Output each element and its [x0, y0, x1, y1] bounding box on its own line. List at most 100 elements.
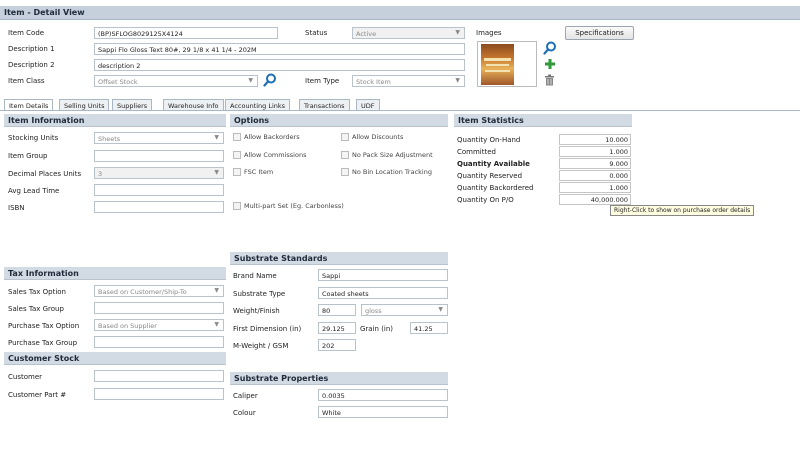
purchase-tax-group-input[interactable]	[94, 336, 224, 348]
first-dimension-label: First Dimension (in)	[233, 325, 302, 333]
images-label: Images	[476, 29, 502, 37]
item-image-frame[interactable]	[477, 41, 537, 87]
stat-label: Quantity Available	[457, 160, 530, 168]
mweight-label: M-Weight / GSM	[233, 342, 289, 350]
tab-accounting-links[interactable]: Accounting Links	[225, 99, 291, 110]
specifications-button[interactable]: Specifications	[565, 26, 634, 40]
chevron-down-icon: ▼	[214, 321, 219, 328]
chevron-down-icon: ▼	[455, 29, 460, 36]
stat-label: Quantity Reserved	[457, 172, 523, 180]
tab-warehouse-info[interactable]: Warehouse Info	[163, 99, 224, 110]
first-dimension-input[interactable]: 29.125	[318, 322, 356, 334]
description2-label: Description 2	[8, 61, 55, 69]
tab-suppliers[interactable]: Suppliers	[112, 99, 153, 110]
no-bin-location-checkbox[interactable]	[341, 168, 349, 176]
fsc-item-label: FSC Item	[244, 168, 274, 176]
stat-value: 1.000	[559, 182, 631, 193]
tab-item-details[interactable]: Item Details	[4, 99, 54, 110]
chevron-down-icon: ▼	[214, 169, 219, 176]
brand-name-input[interactable]: Sappi	[318, 269, 448, 281]
item-group-input[interactable]	[94, 150, 224, 162]
grain-input[interactable]: 41.25	[410, 322, 448, 334]
description2-input[interactable]: description 2	[94, 59, 465, 71]
stocking-units-value: Sheets	[98, 134, 121, 143]
stocking-units-label: Stocking Units	[8, 134, 59, 142]
tab-divider	[0, 110, 800, 111]
colour-label: Colour	[233, 409, 256, 417]
search-icon[interactable]	[263, 73, 277, 87]
allow-discounts-label: Allow Discounts	[352, 133, 404, 141]
decimal-places-select[interactable]: 3 ▼	[94, 167, 224, 179]
mweight-input[interactable]: 202	[318, 339, 356, 351]
tab-udf[interactable]: UDF	[356, 99, 380, 110]
page-title: Item - Detail View	[0, 6, 800, 20]
fsc-item-checkbox[interactable]	[233, 168, 241, 176]
stat-label: Quantity On-Hand	[457, 136, 521, 144]
finish-select[interactable]: gloss ▼	[361, 304, 448, 316]
item-code-input[interactable]: (BP)SFLOG8029125X4124	[94, 27, 278, 39]
tax-information-header: Tax Information	[4, 267, 226, 280]
sales-tax-option-select[interactable]: Based on Customer/Ship-To ▼	[94, 285, 224, 297]
no-pack-size-checkbox[interactable]	[341, 151, 349, 159]
purchase-tax-option-select[interactable]: Based on Supplier ▼	[94, 319, 224, 331]
description1-label: Description 1	[8, 45, 55, 53]
item-group-label: Item Group	[8, 152, 48, 160]
multipart-set-checkbox[interactable]	[233, 202, 241, 210]
substrate-properties-header: Substrate Properties	[230, 372, 448, 385]
customer-label: Customer	[8, 373, 43, 381]
stat-value: 1.000	[559, 146, 631, 157]
item-statistics-header: Item Statistics	[454, 114, 632, 127]
substrate-standards-header: Substrate Standards	[230, 252, 448, 265]
item-type-value: Stock Item	[356, 77, 391, 86]
stocking-units-select[interactable]: Sheets ▼	[94, 132, 224, 144]
plus-icon[interactable]	[544, 58, 556, 70]
options-header: Options	[230, 114, 448, 127]
allow-commissions-label: Allow Commissions	[244, 151, 307, 159]
item-class-value: Offset Stock	[98, 77, 138, 86]
weight-finish-label: Weight/Finish	[233, 307, 280, 315]
sales-tax-option-label: Sales Tax Option	[8, 288, 66, 296]
customer-input[interactable]	[94, 370, 224, 382]
stat-label: Committed	[457, 148, 496, 156]
status-value: Active	[356, 29, 377, 38]
brand-name-label: Brand Name	[233, 272, 277, 280]
item-class-select[interactable]: Offset Stock ▼	[94, 75, 258, 87]
decimal-places-label: Decimal Places Units	[8, 170, 82, 178]
stat-value[interactable]: 40,000.000	[559, 194, 631, 205]
avg-lead-time-label: Avg Lead Time	[8, 187, 60, 195]
chevron-down-icon: ▼	[248, 77, 253, 84]
customer-part-input[interactable]	[94, 388, 224, 400]
weight-input[interactable]: 80	[318, 304, 356, 316]
tab-transactions[interactable]: Transactions	[299, 99, 350, 110]
isbn-input[interactable]	[94, 201, 224, 213]
tab-selling-units[interactable]: Selling Units	[59, 99, 110, 110]
purchase-tax-option-label: Purchase Tax Option	[8, 322, 80, 330]
decimal-places-value: 3	[98, 169, 103, 178]
customer-stock-header: Customer Stock	[4, 352, 226, 365]
image-search-icon[interactable]	[543, 41, 557, 55]
substrate-type-input[interactable]: Coated sheets	[318, 287, 448, 299]
allow-discounts-checkbox[interactable]	[341, 133, 349, 141]
purchase-tax-option-value: Based on Supplier	[98, 321, 157, 330]
grain-label: Grain (in)	[360, 325, 394, 333]
stat-label: Quantity On P/O	[457, 196, 514, 204]
avg-lead-time-input[interactable]	[94, 184, 224, 196]
status-select[interactable]: Active ▼	[352, 27, 465, 39]
sales-tax-group-input[interactable]	[94, 302, 224, 314]
sales-tax-option-value: Based on Customer/Ship-To	[98, 287, 187, 296]
chevron-down-icon: ▼	[214, 134, 219, 141]
trash-icon[interactable]	[544, 74, 555, 86]
no-pack-size-label: No Pack Size Adjustment	[352, 151, 433, 159]
colour-input[interactable]: White	[318, 406, 448, 418]
item-image-thumbnail	[481, 44, 514, 85]
description1-input[interactable]: Sappi Flo Gloss Text 80#, 29 1/8 x 41 1/…	[94, 43, 465, 55]
multipart-set-label: Multi-part Set (Eg. Carbonless)	[244, 202, 344, 210]
no-bin-location-label: No Bin Location Tracking	[352, 168, 432, 176]
allow-commissions-checkbox[interactable]	[233, 151, 241, 159]
stat-label: Quantity Backordered	[457, 184, 534, 192]
allow-backorders-checkbox[interactable]	[233, 133, 241, 141]
finish-value: gloss	[365, 306, 382, 315]
item-type-select[interactable]: Stock Item ▼	[352, 75, 465, 87]
caliper-input[interactable]: 0.0035	[318, 389, 448, 401]
isbn-label: ISBN	[8, 204, 25, 212]
